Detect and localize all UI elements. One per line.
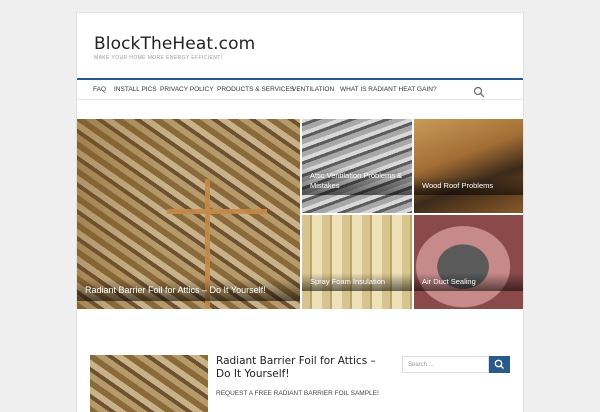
nav-item-ventilation[interactable]: Ventilation: [292, 86, 334, 93]
site-tagline: Make your home more energy efficient!: [94, 55, 223, 61]
nav-item-radiant-heat-gain[interactable]: What is Radiant Heat Gain?: [340, 86, 437, 93]
page-container: BlockTheHeat.com Make your home more ene…: [76, 12, 524, 412]
post-excerpt: REQUEST A FREE RADIANT BARRIER FOIL SAMP…: [216, 390, 379, 397]
featured-caption[interactable]: Air Duct Sealing: [414, 273, 523, 291]
search-icon: [494, 359, 504, 369]
nav-item-faq[interactable]: FAQ: [93, 86, 106, 93]
featured-caption[interactable]: Attic Ventilation Problems & Mistakes: [302, 167, 412, 195]
nav-item-privacy-policy[interactable]: Privacy Policy: [160, 86, 214, 93]
sidebar-search-input[interactable]: Search ...: [402, 356, 489, 373]
site-branding: BlockTheHeat.com Make your home more ene…: [94, 34, 255, 61]
post-thumbnail[interactable]: [90, 355, 208, 412]
featured-grid: Radiant Barrier Foil for Attics – Do It …: [77, 119, 523, 309]
sidebar-search-button[interactable]: [489, 356, 510, 373]
featured-caption[interactable]: Wood Roof Problems: [414, 177, 523, 195]
featured-tile-radiant-barrier[interactable]: Radiant Barrier Foil for Attics – Do It …: [77, 119, 300, 309]
post-title[interactable]: Radiant Barrier Foil for Attics – Do It …: [216, 355, 391, 381]
featured-caption[interactable]: Radiant Barrier Foil for Attics – Do It …: [77, 279, 300, 301]
search-icon[interactable]: [473, 85, 485, 98]
featured-tile-air-duct[interactable]: Air Duct Sealing: [414, 215, 523, 309]
featured-tile-wood-roof[interactable]: Wood Roof Problems: [414, 119, 523, 213]
featured-tile-attic-ventilation[interactable]: Attic Ventilation Problems & Mistakes: [302, 119, 412, 213]
nav-item-install-pics[interactable]: Install Pics: [114, 86, 157, 93]
featured-tile-spray-foam[interactable]: Spray Foam Insulation: [302, 215, 412, 309]
nav-item-products-services[interactable]: Products & Services: [217, 86, 294, 93]
site-title[interactable]: BlockTheHeat.com: [94, 34, 255, 54]
main-navigation: FAQ Install Pics Privacy Policy Products…: [77, 78, 523, 100]
attic-beam-graphic: [167, 209, 267, 214]
featured-caption[interactable]: Spray Foam Insulation: [302, 273, 412, 291]
